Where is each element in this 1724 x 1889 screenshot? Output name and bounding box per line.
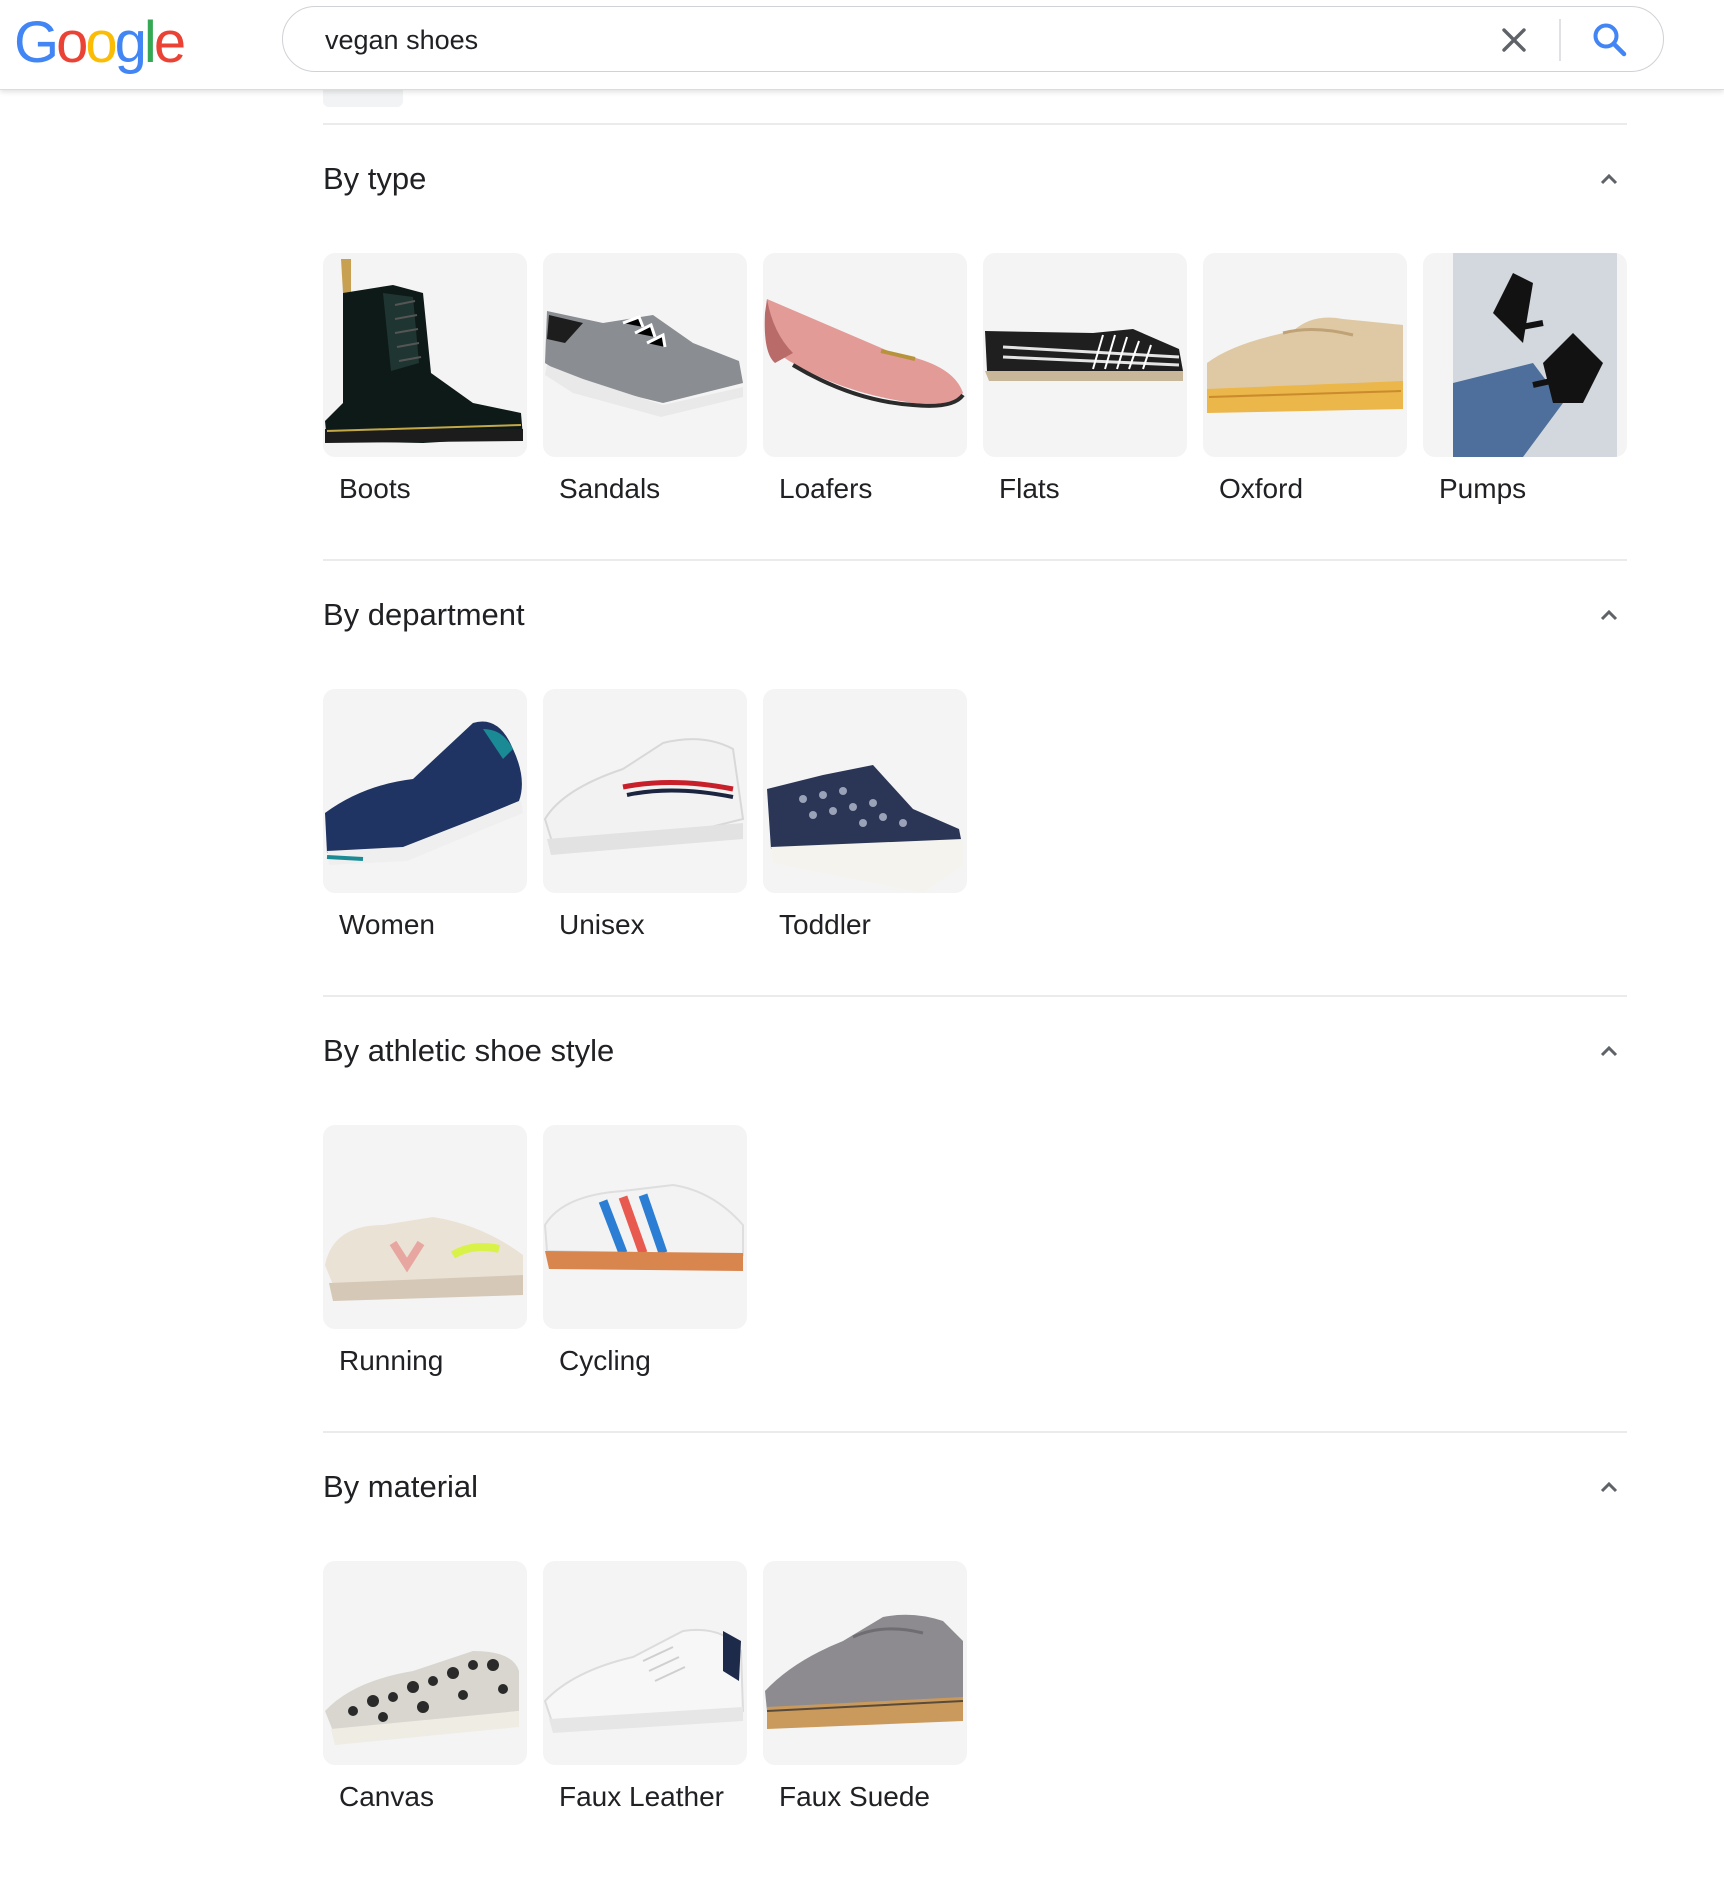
category-tile-toddler[interactable]: Toddler — [763, 689, 967, 949]
clear-search-button[interactable] — [1495, 21, 1533, 59]
section-by-department: By department Women Unisex Toddler — [323, 559, 1627, 997]
oxford-image — [1203, 253, 1407, 457]
sandal-image — [543, 253, 747, 457]
logo-letter: l — [143, 10, 157, 75]
logo-letter: o — [56, 10, 88, 75]
pump-image — [1423, 253, 1627, 457]
tile-label: Toddler — [779, 909, 871, 940]
tile-label: Sandals — [559, 473, 661, 504]
tile-label: Flats — [999, 473, 1060, 504]
tile-label: Unisex — [559, 909, 645, 940]
tile-label: Faux Leather — [559, 1781, 724, 1812]
flat-image — [983, 253, 1187, 457]
section-by-type: By type Boots Sandals Loafers Flats Oxfo… — [323, 123, 1627, 561]
top-bar: Google — [0, 0, 1724, 90]
tile-label: Canvas — [339, 1781, 434, 1812]
faux-suede-shoe-image — [763, 1561, 967, 1765]
logo-letter: o — [85, 10, 117, 75]
category-tile-boots[interactable]: Boots — [323, 253, 527, 513]
running-shoe-image — [323, 1125, 527, 1329]
search-icon — [1593, 23, 1627, 57]
category-tile-canvas[interactable]: Canvas — [323, 1561, 527, 1821]
cycling-shoe-image — [543, 1125, 747, 1329]
collapse-button[interactable] — [1591, 161, 1627, 197]
close-icon — [1502, 28, 1526, 52]
category-tile-flats[interactable]: Flats — [983, 253, 1187, 513]
tile-label: Loafers — [779, 473, 873, 504]
search-button[interactable] — [1589, 19, 1631, 61]
google-logo[interactable]: Google — [14, 8, 186, 78]
category-tile-running[interactable]: Running — [323, 1125, 527, 1385]
search-box — [282, 6, 1664, 72]
tile-label: Cycling — [559, 1345, 651, 1376]
tile-label: Running — [339, 1345, 444, 1376]
category-tile-cycling[interactable]: Cycling — [543, 1125, 747, 1385]
section-title: By athletic shoe style — [323, 1033, 615, 1068]
boot-image — [323, 253, 527, 457]
category-tile-unisex[interactable]: Unisex — [543, 689, 747, 949]
previous-section-stub — [323, 89, 403, 107]
section-title: By material — [323, 1469, 479, 1504]
logo-letter: g — [114, 10, 147, 75]
loafer-image — [763, 253, 967, 457]
category-tile-oxford[interactable]: Oxford — [1203, 253, 1407, 513]
chevron-up-icon — [1600, 173, 1618, 185]
category-tile-loafers[interactable]: Loafers — [763, 253, 967, 513]
chevron-up-icon — [1600, 609, 1618, 621]
women-sneaker-image — [323, 689, 527, 893]
section-title: By department — [323, 597, 525, 632]
tile-label: Oxford — [1219, 473, 1304, 504]
search-input[interactable] — [323, 20, 1427, 60]
tile-label: Women — [339, 909, 435, 940]
category-tile-faux-suede[interactable]: Faux Suede — [763, 1561, 967, 1821]
category-tile-sandals[interactable]: Sandals — [543, 253, 747, 513]
search-divider — [1559, 19, 1561, 61]
category-tile-women[interactable]: Women — [323, 689, 527, 949]
collapse-button[interactable] — [1591, 1469, 1627, 1505]
tile-label: Boots — [339, 473, 411, 504]
chevron-up-icon — [1600, 1045, 1618, 1057]
toddler-shoe-image — [763, 689, 967, 893]
canvas-shoe-image — [323, 1561, 527, 1765]
logo-letter: G — [14, 10, 59, 75]
logo-letter: e — [153, 10, 186, 75]
tile-label: Pumps — [1439, 473, 1527, 504]
chevron-up-icon — [1600, 1481, 1618, 1493]
collapse-button[interactable] — [1591, 597, 1627, 633]
category-tile-pumps[interactable]: Pumps — [1423, 253, 1627, 513]
tile-label: Faux Suede — [779, 1781, 930, 1812]
section-title: By type — [323, 161, 427, 196]
unisex-sneaker-image — [543, 689, 747, 893]
section-by-material: By material Canvas Faux Leather Faux Sue… — [323, 1431, 1627, 1869]
category-tile-faux-leather[interactable]: Faux Leather — [543, 1561, 747, 1821]
faux-leather-shoe-image — [543, 1561, 747, 1765]
collapse-button[interactable] — [1591, 1033, 1627, 1069]
section-by-athletic-shoe-style: By athletic shoe style Running Cycling — [323, 995, 1627, 1433]
